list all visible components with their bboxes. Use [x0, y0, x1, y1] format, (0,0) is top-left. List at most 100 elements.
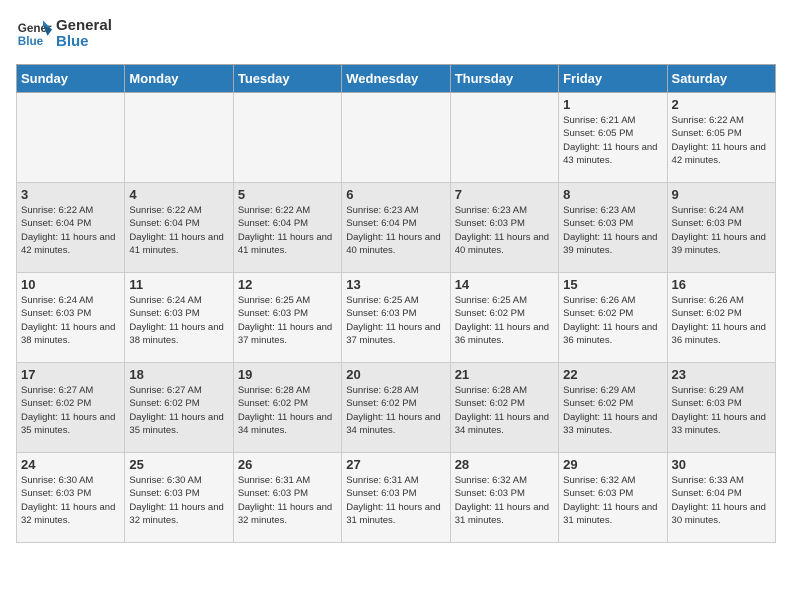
calendar-day-cell: 16 Sunrise: 6:26 AM Sunset: 6:02 PM Dayli…: [667, 273, 775, 363]
weekday-header-saturday: Saturday: [667, 65, 775, 93]
day-number: 3: [21, 187, 120, 202]
day-info: Sunrise: 6:28 AM Sunset: 6:02 PM Dayligh…: [455, 384, 554, 437]
calendar-day-cell: 22Sunrise: 6:29 AM Sunset: 6:02 PM Dayli…: [559, 363, 667, 453]
day-info: Sunrise: 6:25 AM Sunset: 6:03 PM Dayligh…: [346, 294, 445, 347]
weekday-header-wednesday: Wednesday: [342, 65, 450, 93]
day-number: 11: [129, 277, 228, 292]
day-number: 14: [455, 277, 554, 292]
calendar-day-cell: [125, 93, 233, 183]
day-number: 1: [563, 97, 662, 112]
calendar-week-2: 3 Sunrise: 6:22 AM Sunset: 6:04 PM Daylig…: [17, 183, 776, 273]
logo-general: General: [56, 18, 112, 35]
day-number: 29: [563, 457, 662, 472]
weekday-header-friday: Friday: [559, 65, 667, 93]
day-number: 24: [21, 457, 120, 472]
day-number: 18: [129, 367, 228, 382]
calendar-day-cell: 3 Sunrise: 6:22 AM Sunset: 6:04 PM Daylig…: [17, 183, 125, 273]
day-info: Sunrise: 6:27 AM Sunset: 6:02 PM Dayligh…: [21, 384, 120, 437]
day-info: Sunrise: 6:29 AM Sunset: 6:02 PM Dayligh…: [563, 384, 662, 437]
day-number: 28: [455, 457, 554, 472]
day-number: 20: [346, 367, 445, 382]
calendar-day-cell: 2Sunrise: 6:22 AM Sunset: 6:05 PM Daylig…: [667, 93, 775, 183]
day-info: Sunrise: 6:28 AM Sunset: 6:02 PM Dayligh…: [238, 384, 337, 437]
day-number: 26: [238, 457, 337, 472]
day-number: 25: [129, 457, 228, 472]
calendar-day-cell: 15 Sunrise: 6:26 AM Sunset: 6:02 PM Dayli…: [559, 273, 667, 363]
calendar-day-cell: 8Sunrise: 6:23 AM Sunset: 6:03 PM Daylig…: [559, 183, 667, 273]
day-info: Sunrise: 6:31 AM Sunset: 6:03 PM Dayligh…: [346, 474, 445, 527]
day-info: Sunrise: 6:25 AM Sunset: 6:02 PM Dayligh…: [455, 294, 554, 347]
calendar-day-cell: [450, 93, 558, 183]
calendar-week-1: 1 Sunrise: 6:21 AM Sunset: 6:05 PM Daylig…: [17, 93, 776, 183]
day-number: 15: [563, 277, 662, 292]
day-info: Sunrise: 6:25 AM Sunset: 6:03 PM Dayligh…: [238, 294, 337, 347]
calendar-day-cell: 28 Sunrise: 6:32 AM Sunset: 6:03 PM Dayli…: [450, 453, 558, 543]
weekday-header-thursday: Thursday: [450, 65, 558, 93]
calendar-day-cell: 1 Sunrise: 6:21 AM Sunset: 6:05 PM Daylig…: [559, 93, 667, 183]
day-number: 5: [238, 187, 337, 202]
day-info: Sunrise: 6:22 AM Sunset: 6:04 PM Dayligh…: [21, 204, 120, 257]
calendar-day-cell: [233, 93, 341, 183]
day-number: 7: [455, 187, 554, 202]
weekday-header-monday: Monday: [125, 65, 233, 93]
day-number: 23: [672, 367, 771, 382]
calendar-day-cell: 20Sunrise: 6:28 AM Sunset: 6:02 PM Dayli…: [342, 363, 450, 453]
day-info: Sunrise: 6:26 AM Sunset: 6:02 PM Dayligh…: [672, 294, 771, 347]
calendar-day-cell: [17, 93, 125, 183]
calendar-day-cell: 7 Sunrise: 6:23 AM Sunset: 6:03 PM Daylig…: [450, 183, 558, 273]
day-info: Sunrise: 6:27 AM Sunset: 6:02 PM Dayligh…: [129, 384, 228, 437]
day-info: Sunrise: 6:30 AM Sunset: 6:03 PM Dayligh…: [129, 474, 228, 527]
calendar-day-cell: 29 Sunrise: 6:32 AM Sunset: 6:03 PM Dayli…: [559, 453, 667, 543]
day-number: 9: [672, 187, 771, 202]
logo-blue: Blue: [56, 34, 112, 51]
page-header: General Blue General Blue: [16, 16, 776, 52]
calendar-day-cell: 26 Sunrise: 6:31 AM Sunset: 6:03 PM Dayli…: [233, 453, 341, 543]
calendar-week-3: 10Sunrise: 6:24 AM Sunset: 6:03 PM Dayli…: [17, 273, 776, 363]
calendar-day-cell: [342, 93, 450, 183]
calendar-day-cell: 30Sunrise: 6:33 AM Sunset: 6:04 PM Dayli…: [667, 453, 775, 543]
day-info: Sunrise: 6:24 AM Sunset: 6:03 PM Dayligh…: [21, 294, 120, 347]
day-number: 4: [129, 187, 228, 202]
calendar-day-cell: 24 Sunrise: 6:30 AM Sunset: 6:03 PM Dayli…: [17, 453, 125, 543]
calendar-week-5: 24 Sunrise: 6:30 AM Sunset: 6:03 PM Dayli…: [17, 453, 776, 543]
day-info: Sunrise: 6:26 AM Sunset: 6:02 PM Dayligh…: [563, 294, 662, 347]
day-number: 17: [21, 367, 120, 382]
day-number: 13: [346, 277, 445, 292]
calendar-day-cell: 9Sunrise: 6:24 AM Sunset: 6:03 PM Daylig…: [667, 183, 775, 273]
svg-text:Blue: Blue: [18, 35, 44, 48]
day-info: Sunrise: 6:21 AM Sunset: 6:05 PM Dayligh…: [563, 114, 662, 167]
day-number: 21: [455, 367, 554, 382]
calendar-day-cell: 17 Sunrise: 6:27 AM Sunset: 6:02 PM Dayli…: [17, 363, 125, 453]
day-info: Sunrise: 6:22 AM Sunset: 6:04 PM Dayligh…: [129, 204, 228, 257]
calendar-day-cell: 25 Sunrise: 6:30 AM Sunset: 6:03 PM Dayli…: [125, 453, 233, 543]
day-info: Sunrise: 6:32 AM Sunset: 6:03 PM Dayligh…: [563, 474, 662, 527]
day-info: Sunrise: 6:30 AM Sunset: 6:03 PM Dayligh…: [21, 474, 120, 527]
day-info: Sunrise: 6:22 AM Sunset: 6:05 PM Dayligh…: [672, 114, 771, 167]
day-info: Sunrise: 6:23 AM Sunset: 6:04 PM Dayligh…: [346, 204, 445, 257]
calendar-day-cell: 21 Sunrise: 6:28 AM Sunset: 6:02 PM Dayli…: [450, 363, 558, 453]
day-info: Sunrise: 6:23 AM Sunset: 6:03 PM Dayligh…: [455, 204, 554, 257]
day-number: 19: [238, 367, 337, 382]
day-info: Sunrise: 6:32 AM Sunset: 6:03 PM Dayligh…: [455, 474, 554, 527]
day-info: Sunrise: 6:29 AM Sunset: 6:03 PM Dayligh…: [672, 384, 771, 437]
calendar-week-4: 17 Sunrise: 6:27 AM Sunset: 6:02 PM Dayli…: [17, 363, 776, 453]
calendar-table: SundayMondayTuesdayWednesdayThursdayFrid…: [16, 64, 776, 543]
day-number: 8: [563, 187, 662, 202]
calendar-day-cell: 11Sunrise: 6:24 AM Sunset: 6:03 PM Dayli…: [125, 273, 233, 363]
calendar-day-cell: 4 Sunrise: 6:22 AM Sunset: 6:04 PM Daylig…: [125, 183, 233, 273]
weekday-header-row: SundayMondayTuesdayWednesdayThursdayFrid…: [17, 65, 776, 93]
day-info: Sunrise: 6:22 AM Sunset: 6:04 PM Dayligh…: [238, 204, 337, 257]
calendar-day-cell: 6 Sunrise: 6:23 AM Sunset: 6:04 PM Daylig…: [342, 183, 450, 273]
day-info: Sunrise: 6:31 AM Sunset: 6:03 PM Dayligh…: [238, 474, 337, 527]
day-number: 16: [672, 277, 771, 292]
day-number: 6: [346, 187, 445, 202]
calendar-day-cell: 18 Sunrise: 6:27 AM Sunset: 6:02 PM Dayli…: [125, 363, 233, 453]
logo: General Blue General Blue: [16, 16, 112, 52]
calendar-day-cell: 12Sunrise: 6:25 AM Sunset: 6:03 PM Dayli…: [233, 273, 341, 363]
calendar-day-cell: 27Sunrise: 6:31 AM Sunset: 6:03 PM Dayli…: [342, 453, 450, 543]
calendar-day-cell: 5 Sunrise: 6:22 AM Sunset: 6:04 PM Daylig…: [233, 183, 341, 273]
calendar-day-cell: 10Sunrise: 6:24 AM Sunset: 6:03 PM Dayli…: [17, 273, 125, 363]
logo-icon: General Blue: [16, 16, 52, 52]
calendar-day-cell: 19 Sunrise: 6:28 AM Sunset: 6:02 PM Dayli…: [233, 363, 341, 453]
calendar-day-cell: 13 Sunrise: 6:25 AM Sunset: 6:03 PM Dayli…: [342, 273, 450, 363]
